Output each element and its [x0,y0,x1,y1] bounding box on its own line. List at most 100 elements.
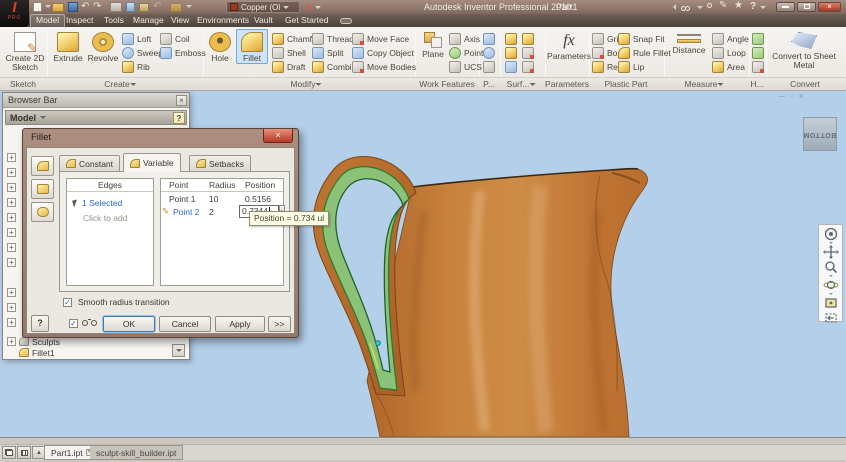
print-icon[interactable] [110,2,122,12]
browser-help-icon[interactable]: ? [173,112,185,124]
previous-view-icon[interactable] [821,311,840,325]
distance-button[interactable]: Distance [668,30,710,55]
group-label-surface[interactable]: Surf... [507,79,536,89]
plus-caret[interactable] [315,6,321,9]
tab-inspect[interactable]: Inspect [61,14,98,27]
save-icon[interactable] [68,2,78,12]
tree-item-fillet1[interactable]: Fillet1 [19,347,55,358]
patch-button[interactable] [505,60,517,73]
apply-button[interactable]: Apply [215,316,265,332]
smooth-radius-checkbox-row[interactable]: ✓ Smooth radius transition [63,297,170,307]
column-point[interactable]: Point [169,180,188,190]
tab-environments[interactable]: Environments [192,14,254,27]
column-radius[interactable]: Radius [209,180,235,190]
tree-expand-icon[interactable] [7,168,16,177]
add-quick-tool-icon[interactable]: + [305,0,312,14]
close-button[interactable]: × [818,2,841,12]
group-label-create[interactable]: Create [104,79,136,89]
harness-button-1[interactable] [752,32,764,45]
ok-button[interactable]: OK [103,316,155,332]
full-round-fillet-type-button[interactable] [31,202,54,222]
document-tab-sculpt-skill-builder[interactable]: sculpt-skill_builder.ipt [90,445,184,460]
redo-icon[interactable]: ↷ [93,1,101,12]
area-button[interactable]: Area [712,60,745,73]
sweep-button[interactable]: Sweep [122,46,163,59]
search-binoculars-icon[interactable] [681,3,690,13]
tab-vault[interactable]: Vault [249,14,278,27]
harness-button-2[interactable] [752,46,764,59]
help-icon[interactable]: ? [750,1,756,12]
help-caret[interactable] [760,6,766,9]
minimize-button[interactable] [776,2,795,12]
edge-fillet-type-button[interactable] [31,156,54,176]
tab-model[interactable]: Model [30,14,66,27]
orbit-icon[interactable] [821,278,840,292]
delete-face-button[interactable] [522,60,534,73]
preview-checkbox[interactable]: ✓ [69,318,78,328]
tab-setbacks[interactable]: Setbacks [189,155,251,171]
dialog-close-button[interactable]: × [263,129,293,143]
group-label-measure[interactable]: Measure [684,79,724,89]
emboss-button[interactable]: Emboss [160,46,206,59]
convert-sheet-metal-button[interactable]: Convert to Sheet Metal [772,30,836,70]
material-dropdown[interactable]: Copper (Ol [226,1,300,13]
angle-button[interactable]: Angle [712,32,749,45]
restore-button[interactable] [797,2,816,12]
coil-button[interactable]: Coil [160,32,190,45]
favorites-star-icon[interactable]: ★ [734,0,743,11]
snap-fit-button[interactable]: Snap Fit [618,32,665,45]
steering-wheel-icon[interactable] [821,227,840,241]
lip-button[interactable]: Lip [618,60,644,73]
thicken-button[interactable] [522,32,534,45]
group-label-modify[interactable]: Modify [290,79,322,89]
thread-button[interactable]: Thread [312,32,354,45]
tab-variable[interactable]: Variable [123,153,181,172]
mirror-button[interactable] [483,60,495,73]
tile-windows-button[interactable] [17,446,31,459]
move-bodies-button[interactable]: Move Bodies [352,60,416,73]
rule-fillet-button[interactable]: Rule Fillet [618,46,671,59]
hole-button[interactable]: Hole [206,30,234,63]
tree-expand-icon[interactable] [7,183,16,192]
loop-button[interactable]: Loop [712,46,746,59]
rectangular-pattern-button[interactable] [483,32,495,45]
tab-tools[interactable]: Tools [99,14,129,27]
tree-expand-icon[interactable] [7,258,16,267]
tree-expand-icon[interactable] [7,318,16,327]
application-menu-button[interactable]: I PRO [0,0,29,27]
doc-minimize-icon[interactable]: ─ [779,91,785,101]
dialog-help-button[interactable]: ? [31,315,49,332]
sculpts-expand-icon[interactable] [7,337,16,346]
stitch-button[interactable] [505,32,517,45]
project-icon[interactable] [170,3,182,12]
new-file-icon[interactable] [33,2,42,12]
tree-expand-icon[interactable] [7,303,16,312]
tab-constant[interactable]: Constant [59,155,121,171]
parameters-button[interactable]: fx Parameters [547,30,591,61]
edges-selected-item[interactable]: 1 Selected [72,198,122,208]
export-icon[interactable] [126,2,135,12]
column-position[interactable]: Position [245,180,275,190]
zoom-icon[interactable] [821,260,840,274]
image-icon[interactable] [139,3,149,12]
undo-icon[interactable]: ↶ [81,1,89,12]
plane-button[interactable]: Plane [419,30,447,59]
face-fillet-type-button[interactable] [31,179,54,199]
smooth-radius-checkbox[interactable]: ✓ [63,297,72,307]
zoom-caret[interactable] [828,275,833,277]
tree-expand-icon[interactable] [7,213,16,222]
revolve-button[interactable]: Revolve [86,30,120,63]
doc-restore-icon[interactable]: ▫ [790,91,793,101]
edges-click-to-add[interactable]: Click to add [83,213,127,223]
preview-toggle[interactable]: ✓ [69,318,97,328]
tree-expand-icon[interactable] [7,288,16,297]
pencil-icon[interactable]: ✎ [719,0,727,11]
browser-model-dropdown[interactable]: Model [5,110,187,125]
trim-button[interactable] [522,46,534,59]
fillet-button[interactable]: Fillet [236,29,268,64]
browser-scroll-dropdown[interactable] [172,344,185,357]
more-options-button[interactable]: >> [268,316,291,332]
ribbon-minimize-toggle[interactable] [340,18,352,24]
tree-expand-icon[interactable] [7,243,16,252]
look-at-icon[interactable] [821,296,840,310]
